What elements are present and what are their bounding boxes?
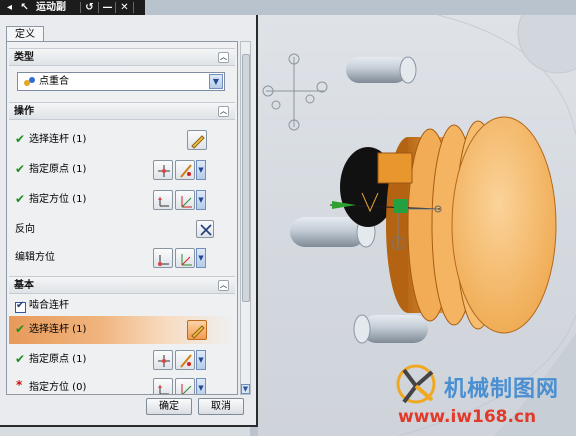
base-csys-dialog-button[interactable] xyxy=(153,378,173,394)
pointer-icon[interactable]: ◂ xyxy=(3,1,16,14)
base-select-link-label: 选择连杆 (1) xyxy=(29,324,87,335)
undo-icon[interactable]: ↺ xyxy=(83,1,96,14)
edit-orientation-dropdown[interactable]: ▼ xyxy=(196,248,206,268)
edit-csys-button[interactable] xyxy=(153,248,173,268)
reverse-direction-button[interactable] xyxy=(196,220,214,238)
scrollbar-thumb[interactable] xyxy=(242,54,250,302)
title-separator xyxy=(133,2,134,13)
joint-type-value: 点重合 xyxy=(39,76,69,87)
point-constructor-icon xyxy=(158,165,170,177)
pulley-body xyxy=(377,116,557,334)
pin-icon[interactable]: ↖ xyxy=(18,1,31,14)
base-orientation-label: 指定方位 (0) xyxy=(29,382,87,393)
edit-csys-inferred-icon xyxy=(181,254,192,266)
joint-dialog: 定义 类型 ︿ 点重合 ▼ 操作 ︿ ✔ 选择连杆 (1) ✔ 指定原点 (1)… xyxy=(0,15,258,427)
minimize-icon[interactable]: — xyxy=(101,1,114,14)
required-star-icon: * xyxy=(16,378,23,392)
base-select-link-row[interactable]: ✔ 选择连杆 (1) xyxy=(9,316,235,344)
definition-panel: 类型 ︿ 点重合 ▼ 操作 ︿ ✔ 选择连杆 (1) ✔ 指定原点 (1) ▼ … xyxy=(6,41,238,395)
inferred-point-button[interactable] xyxy=(175,160,195,180)
action-select-link-label: 选择连杆 (1) xyxy=(29,134,87,145)
engage-link-label: 啮合连杆 xyxy=(29,300,69,311)
base-origin-label: 指定原点 (1) xyxy=(29,354,87,365)
chevron-down-icon[interactable]: ▼ xyxy=(209,74,223,89)
inferred-csys-button[interactable] xyxy=(175,190,195,210)
pin-bottom xyxy=(353,314,428,344)
watermark-brand: 机械制图网 xyxy=(444,377,560,402)
section-action-header[interactable]: 操作 ︿ xyxy=(9,102,235,120)
pin-top xyxy=(346,56,417,84)
base-engage-row[interactable]: 啮合连杆 xyxy=(9,295,235,317)
joint-type-select[interactable]: 点重合 ▼ xyxy=(17,72,225,91)
action-orientation-label: 指定方位 (1) xyxy=(29,194,87,205)
inferred-csys-icon xyxy=(181,196,192,208)
reverse-direction-icon xyxy=(200,224,212,236)
close-icon[interactable]: ✕ xyxy=(118,1,131,14)
base-orientation-row[interactable]: * 指定方位 (0) ▼ xyxy=(9,374,235,394)
base-inferred-csys-button[interactable] xyxy=(175,378,195,394)
dialog-title: 运动副 xyxy=(36,2,66,13)
title-separator xyxy=(98,2,99,13)
collapse-icon[interactable]: ︿ xyxy=(218,280,229,291)
graphics-viewport[interactable]: 机械制图网 www.iw168.cn xyxy=(258,15,576,436)
check-icon: ✔ xyxy=(15,322,26,336)
action-select-link-row[interactable]: ✔ 选择连杆 (1) xyxy=(9,126,235,154)
title-separator xyxy=(80,2,81,13)
select-link-button[interactable] xyxy=(187,130,207,150)
base-point-dialog-button[interactable] xyxy=(153,350,173,370)
action-edit-orientation-row[interactable]: 编辑方位 ▼ xyxy=(9,244,235,272)
orientation-options-dropdown[interactable]: ▼ xyxy=(196,190,206,210)
action-edit-orientation-label: 编辑方位 xyxy=(15,252,55,263)
point-dialog-button[interactable] xyxy=(153,160,173,180)
inferred-csys-icon xyxy=(181,384,192,394)
cancel-button[interactable]: 取消 xyxy=(198,398,244,415)
inferred-point-icon xyxy=(180,354,192,368)
edit-csys-icon xyxy=(158,255,169,266)
section-type-header[interactable]: 类型 ︿ xyxy=(9,48,235,66)
csys-dialog-button[interactable] xyxy=(153,190,173,210)
check-icon: ✔ xyxy=(15,132,26,146)
check-icon: ✔ xyxy=(15,192,26,206)
section-action-title: 操作 xyxy=(14,106,34,117)
title-separator xyxy=(115,2,116,13)
coincident-point-icon xyxy=(24,77,35,86)
base-orientation-dropdown[interactable]: ▼ xyxy=(196,378,206,394)
base-select-link-button[interactable] xyxy=(187,320,207,340)
collapse-icon[interactable]: ︿ xyxy=(218,52,229,63)
view-triad-icon xyxy=(262,53,328,131)
collapse-icon[interactable]: ︿ xyxy=(218,106,229,117)
action-reverse-row[interactable]: 反向 xyxy=(9,216,235,244)
action-origin-row[interactable]: ✔ 指定原点 (1) ▼ xyxy=(9,156,235,184)
check-icon: ✔ xyxy=(15,162,26,176)
section-type-title: 类型 xyxy=(14,52,34,63)
origin-options-dropdown[interactable]: ▼ xyxy=(196,160,206,180)
csys-constructor-icon xyxy=(158,197,169,207)
edit-csys-inferred-button[interactable] xyxy=(175,248,195,268)
select-link-icon xyxy=(191,135,205,149)
base-origin-row[interactable]: ✔ 指定原点 (1) ▼ xyxy=(9,346,235,374)
engage-link-checkbox[interactable] xyxy=(15,300,26,313)
panel-scrollbar[interactable]: ▼ xyxy=(240,41,251,395)
base-origin-dropdown[interactable]: ▼ xyxy=(196,350,206,370)
section-base-header[interactable]: 基本 ︿ xyxy=(9,276,235,294)
point-constructor-icon xyxy=(158,355,170,367)
select-link-icon xyxy=(191,325,205,339)
scroll-down-icon[interactable]: ▼ xyxy=(241,384,250,394)
base-inferred-point-button[interactable] xyxy=(175,350,195,370)
action-origin-label: 指定原点 (1) xyxy=(29,164,87,175)
action-reverse-label: 反向 xyxy=(15,224,35,235)
title-bar: ◂ ↖ 运动副 ↺ — ✕ xyxy=(0,0,576,15)
tab-definition[interactable]: 定义 xyxy=(6,26,44,42)
ok-button[interactable]: 确定 xyxy=(146,398,192,415)
csys-constructor-icon xyxy=(158,385,169,394)
inferred-point-icon xyxy=(180,164,192,178)
check-icon: ✔ xyxy=(15,352,26,366)
watermark-url: www.iw168.cn xyxy=(398,407,537,427)
section-base-title: 基本 xyxy=(14,280,34,291)
action-orientation-row[interactable]: ✔ 指定方位 (1) ▼ xyxy=(9,186,235,214)
